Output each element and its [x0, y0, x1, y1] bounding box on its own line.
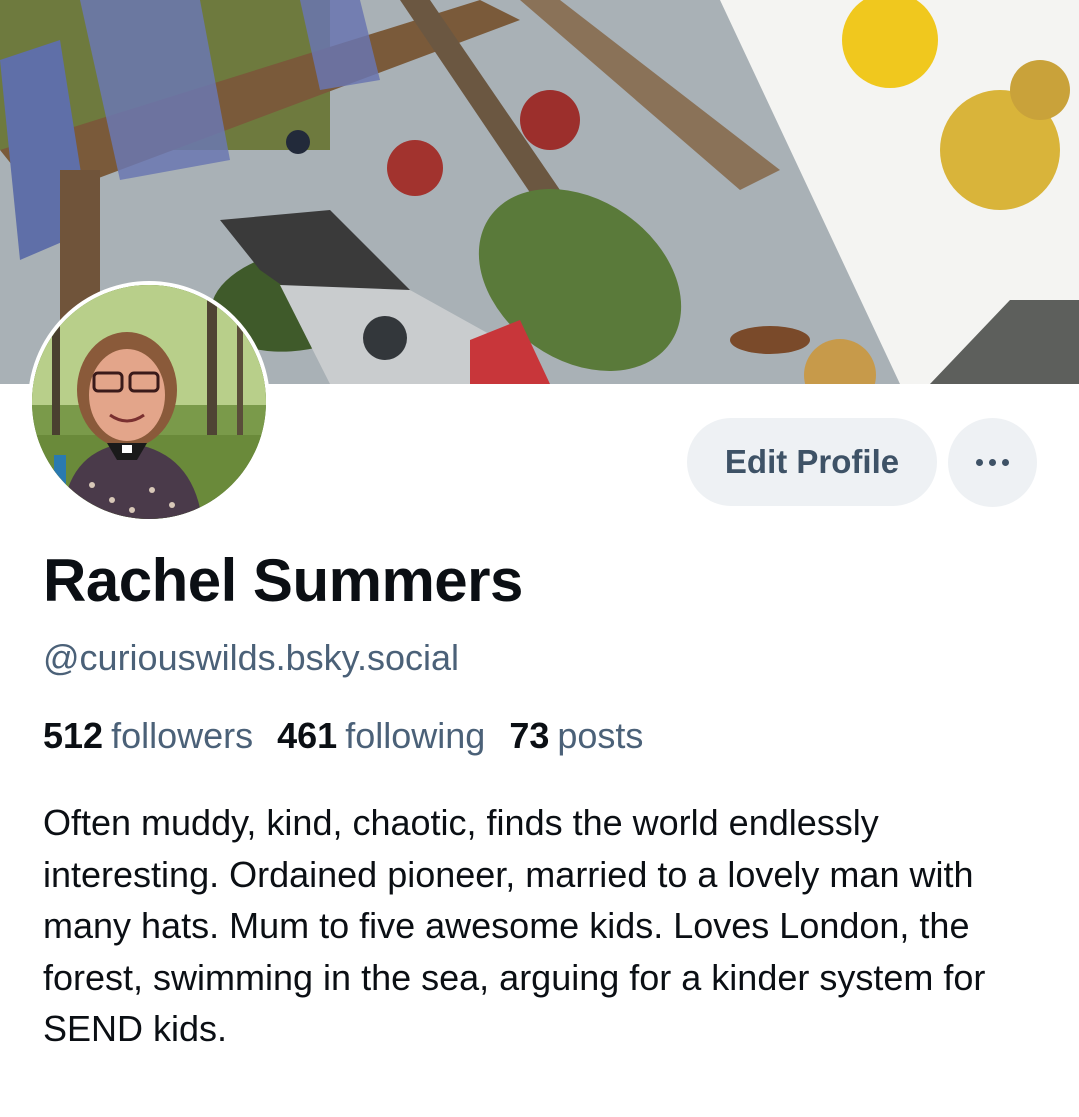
followers-stat[interactable]: 512 followers — [43, 715, 253, 757]
followers-label: followers — [111, 715, 254, 756]
posts-count: 73 — [509, 715, 550, 756]
posts-stat: 73 posts — [509, 715, 643, 757]
ellipsis-icon — [976, 459, 1009, 466]
profile-handle: @curiouswilds.bsky.social — [43, 637, 460, 678]
avatar[interactable] — [28, 281, 270, 523]
followers-count: 512 — [43, 715, 104, 756]
profile-stats: 512 followers 461 following 73 posts — [43, 715, 667, 757]
profile-bio: Often muddy, kind, chaotic, finds the wo… — [43, 802, 986, 1049]
profile-name: Rachel Summers — [43, 547, 523, 614]
posts-label: posts — [557, 715, 644, 756]
following-count: 461 — [277, 715, 338, 756]
profile-photo-icon — [32, 285, 266, 519]
more-options-button[interactable] — [948, 418, 1037, 507]
following-label: following — [345, 715, 486, 756]
edit-profile-button[interactable]: Edit Profile — [687, 418, 937, 506]
following-stat[interactable]: 461 following — [277, 715, 485, 757]
